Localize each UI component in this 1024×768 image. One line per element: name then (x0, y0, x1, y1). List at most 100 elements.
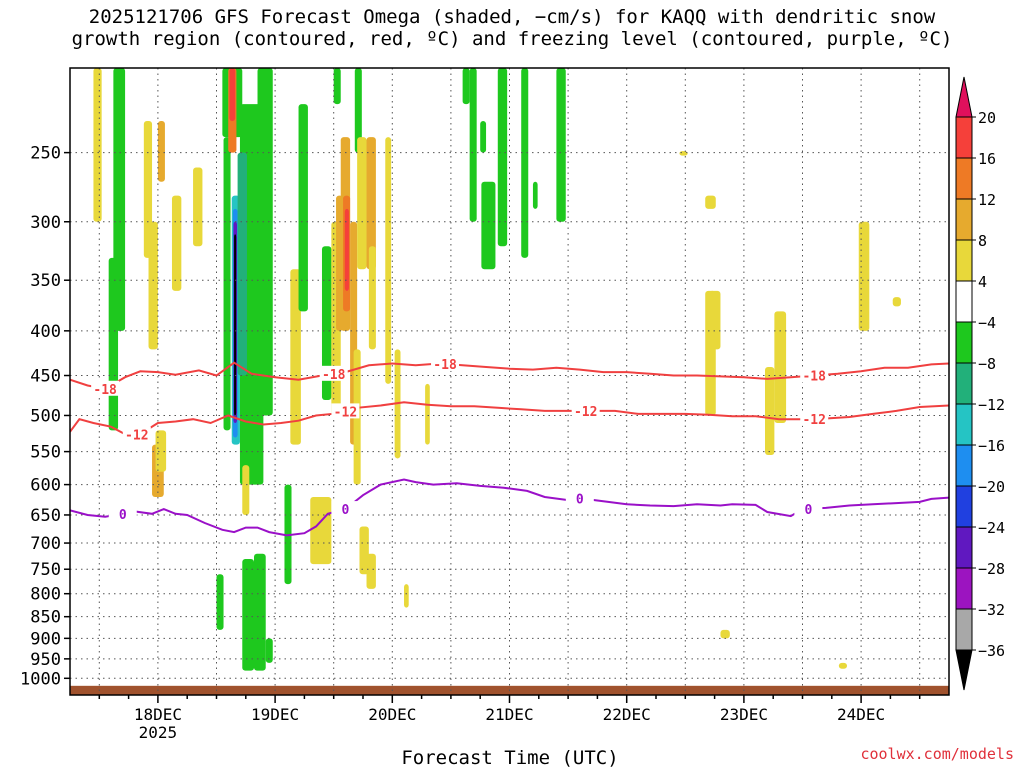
y-tick-label-700: 700 (30, 534, 61, 554)
omega-cell-66 (838, 662, 848, 669)
y-tick-label-800: 800 (30, 585, 61, 605)
omega-cell-52 (481, 181, 496, 270)
omega-cell-7 (155, 430, 167, 472)
omega-cell-65 (892, 297, 901, 307)
omega-cell-14 (229, 68, 236, 121)
y-tick-label-950: 950 (30, 650, 61, 670)
omega-cell-0 (93, 68, 102, 222)
contour-label-2-3: 0 (804, 503, 812, 518)
colorbar-label-1: 16 (978, 150, 996, 168)
omega-cell-49 (462, 68, 470, 105)
omega-cell-61 (720, 629, 730, 639)
omega-cell-4 (148, 221, 158, 350)
contour-label-2-0: 0 (119, 508, 127, 523)
omega-cell-5 (157, 120, 165, 182)
omega-cell-60 (708, 290, 721, 350)
omega-cell-22 (257, 68, 273, 416)
y-tick-label-900: 900 (30, 629, 61, 649)
colorbar-label-3: 8 (978, 232, 987, 250)
colorbar-label-4: 4 (978, 273, 987, 291)
x-tick-sublabel-0: 2025 (139, 723, 178, 742)
omega-cell-21 (242, 465, 250, 515)
colorbar-swatch-12 (955, 567, 973, 610)
omega-cell-54 (521, 68, 529, 258)
omega-cell-63 (774, 311, 787, 423)
omega-cell-18 (234, 234, 237, 416)
omega-cell-62 (764, 366, 775, 456)
omega-cell-2 (108, 257, 119, 431)
y-tick-label-300: 300 (30, 213, 61, 233)
colorbar-swatch-8 (955, 403, 973, 446)
colorbar-label-5: −4 (978, 314, 996, 332)
colorbar-label-12: −32 (978, 601, 1005, 619)
omega-cell-53 (497, 68, 508, 247)
contour-label-2-2: 0 (576, 492, 584, 507)
y-tick-label-550: 550 (30, 443, 61, 463)
x-tick-label-1: 19DEC (251, 705, 299, 724)
omega-cell-50 (469, 68, 477, 222)
colorbar-label-8: −16 (978, 437, 1005, 455)
y-axis: 2503003504004505005506006507007508008509… (20, 144, 70, 689)
colorbar-swatch-6 (955, 321, 973, 364)
colorbar-swatch-11 (955, 526, 973, 569)
colorbar-swatch-7 (955, 362, 973, 405)
contour-label-0-1: -18 (322, 368, 346, 383)
colorbar-swatch-2 (955, 157, 973, 200)
y-tick-label-600: 600 (30, 476, 61, 496)
colorbar-label-13: −36 (978, 642, 1005, 660)
omega-cell-36 (344, 208, 349, 291)
y-tick-label-500: 500 (30, 406, 61, 426)
omega-cell-48 (425, 383, 430, 445)
omega-cell-32 (333, 68, 341, 105)
contour-label-1-1: -12 (334, 405, 357, 420)
credit-text: coolwx.com/models (860, 745, 1014, 763)
omega-cell-12 (223, 137, 231, 431)
colorbar-swatch-4 (955, 239, 973, 282)
omega-cell-24 (254, 553, 266, 671)
omega-cell-64 (858, 221, 870, 331)
y-tick-label-350: 350 (30, 271, 61, 291)
x-axis: 18DEC2025 19DEC 20DEC 21DEC 22DEC 23DEC 24DEC (98, 695, 921, 742)
contour-label-1-0: -12 (125, 429, 148, 444)
x-tick-label-0: 18DEC (134, 705, 182, 724)
colorbar-swatch-3 (955, 198, 973, 241)
omega-cell-8 (171, 195, 182, 291)
x-axis-label: Forecast Time (UTC) (401, 747, 618, 768)
x-tick-label-2: 20DEC (368, 705, 416, 724)
colorbar-swatch-9 (955, 444, 973, 487)
colorbar-label-9: −20 (978, 478, 1005, 496)
contour-label-1-3: -12 (802, 413, 825, 428)
omega-cell-44 (366, 553, 376, 589)
colorbar-label-6: −8 (978, 355, 996, 373)
y-tick-label-400: 400 (30, 322, 61, 342)
omega-cell-47 (404, 584, 409, 608)
colorbar-swatch-1 (955, 116, 973, 159)
colorbar-label-10: −24 (978, 519, 1005, 537)
omega-cell-56 (556, 68, 566, 222)
y-tick-label-450: 450 (30, 367, 61, 387)
omega-cell-57 (679, 151, 688, 156)
y-tick-label-850: 850 (30, 608, 61, 628)
omega-cell-58 (705, 195, 716, 209)
colorbar-label-11: −28 (978, 560, 1005, 578)
x-tick-label-6: 24DEC (837, 705, 885, 724)
omega-cell-10 (216, 574, 224, 630)
colorbar-label-2: 12 (978, 191, 996, 209)
omega-cell-20 (237, 152, 247, 376)
contour-label-0-0: -18 (93, 383, 117, 398)
omega-cell-45 (385, 137, 392, 384)
omega-cell-29 (310, 497, 332, 565)
contour-label-0-3: -18 (802, 370, 826, 385)
colorbar-swatch-13 (955, 608, 973, 651)
colorbar-label-7: −12 (978, 396, 1005, 414)
x-tick-label-3: 21DEC (485, 705, 533, 724)
omega-cell-55 (532, 181, 538, 209)
omega-cell-40 (357, 137, 367, 270)
x-tick-label-5: 23DEC (720, 705, 768, 724)
contour-label-0-2: -18 (433, 358, 457, 373)
colorbar-top-arrow (955, 76, 973, 118)
y-tick-label-250: 250 (30, 144, 61, 164)
chart-canvas: -18 -18 -18 -18 -12 -12 -12 -12 0 0 0 0 250 300 350 40… (20, 67, 1005, 768)
colorbar-swatch-10 (955, 485, 973, 528)
y-tick-label-750: 750 (30, 560, 61, 580)
